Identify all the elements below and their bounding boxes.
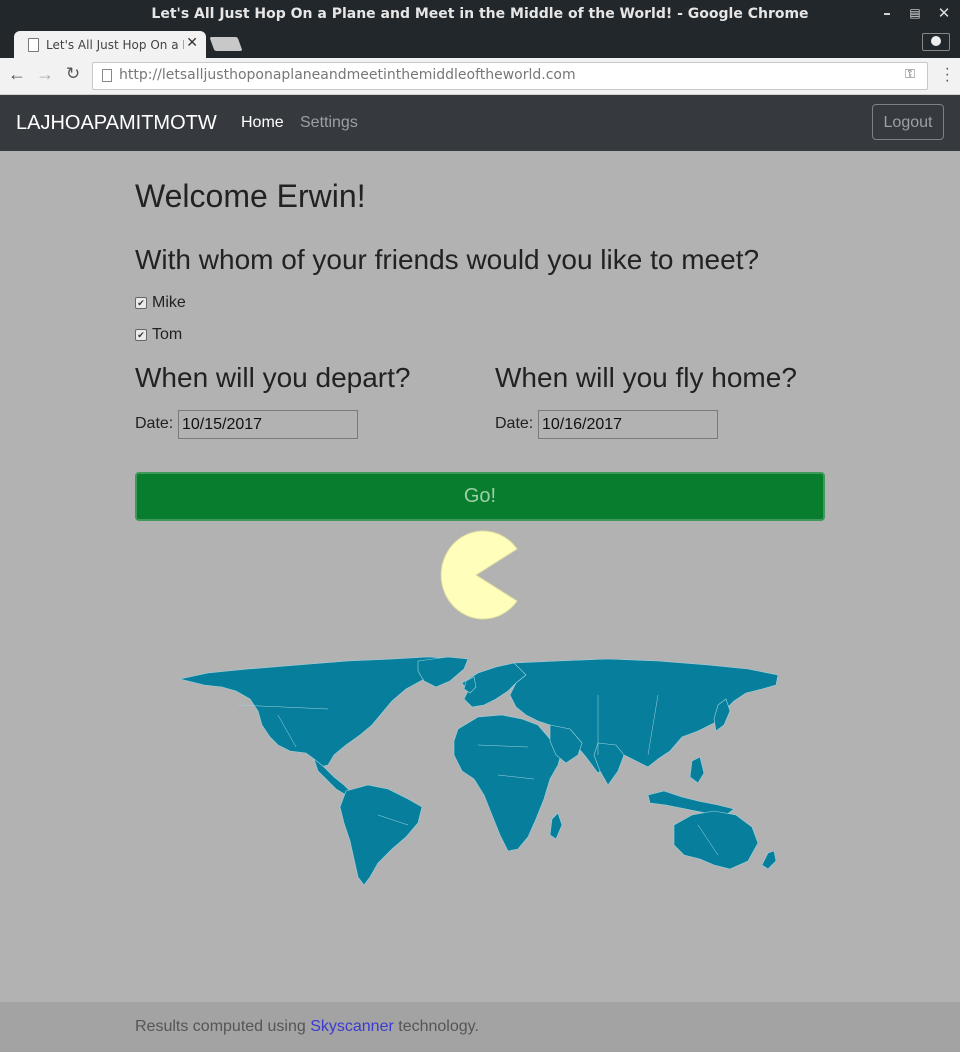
new-tab-button[interactable] bbox=[209, 37, 243, 51]
tab-title: Let's All Just Hop On a Plane and Meet i… bbox=[46, 38, 184, 52]
checkbox[interactable]: ✔ bbox=[135, 297, 147, 309]
map-philippines bbox=[689, 756, 705, 784]
minimize-icon[interactable]: – bbox=[878, 4, 896, 22]
map-africa bbox=[453, 714, 563, 852]
maximize-icon[interactable]: ▤ bbox=[906, 6, 924, 20]
map-india bbox=[593, 742, 625, 786]
checkbox[interactable]: ✔ bbox=[135, 329, 147, 341]
close-window-icon[interactable]: ✕ bbox=[935, 4, 953, 22]
map-indonesia bbox=[647, 790, 735, 816]
close-icon[interactable]: ✕ bbox=[186, 35, 198, 51]
back-arrow-icon[interactable]: ← bbox=[6, 64, 28, 85]
page-info-icon[interactable] bbox=[102, 69, 112, 82]
page-icon bbox=[28, 38, 39, 52]
return-date-input[interactable] bbox=[538, 410, 718, 439]
address-bar[interactable]: http://letsalljusthoponaplaneandmeetinth… bbox=[92, 62, 928, 90]
map-central-america bbox=[313, 758, 351, 796]
brand-link[interactable]: LAJHOAPAMITMOTW bbox=[16, 112, 217, 135]
skyscanner-link[interactable]: Skyscanner bbox=[310, 1018, 394, 1035]
url-text[interactable]: http://letsalljusthoponaplaneandmeetinth… bbox=[119, 67, 576, 83]
depart-heading: When will you depart? bbox=[135, 362, 411, 393]
friend-label: Tom bbox=[152, 326, 183, 343]
go-button[interactable]: Go! bbox=[135, 472, 825, 521]
window-titlebar: Let's All Just Hop On a Plane and Meet i… bbox=[0, 0, 960, 28]
window-title: Let's All Just Hop On a Plane and Meet i… bbox=[151, 6, 809, 22]
nav-home[interactable]: Home bbox=[241, 114, 284, 132]
forward-arrow-icon[interactable]: → bbox=[34, 64, 56, 85]
tab-strip: Let's All Just Hop On a Plane and Meet i… bbox=[0, 28, 960, 58]
reload-icon[interactable]: ↻ bbox=[62, 64, 84, 84]
browser-toolbar: ← → ↻ http://letsalljusthoponaplaneandme… bbox=[0, 58, 960, 95]
logout-button[interactable]: Logout bbox=[872, 104, 944, 140]
footer: Results computed using Skyscanner techno… bbox=[0, 1002, 960, 1052]
menu-icon[interactable]: · · · bbox=[945, 61, 950, 89]
return-heading: When will you fly home? bbox=[495, 362, 797, 393]
map-madagascar bbox=[549, 812, 563, 840]
map-australia bbox=[673, 810, 759, 870]
footer-suffix: technology. bbox=[393, 1018, 479, 1035]
depart-date-input[interactable] bbox=[178, 410, 358, 439]
map-new-zealand bbox=[761, 850, 777, 870]
friend-label: Mike bbox=[152, 294, 186, 311]
friend-checkbox-mike[interactable]: ✔ Mike bbox=[135, 294, 186, 312]
nav-settings[interactable]: Settings bbox=[300, 114, 358, 132]
map-south-america bbox=[339, 784, 423, 886]
map-greenland bbox=[417, 656, 469, 688]
friend-checkbox-tom[interactable]: ✔ Tom bbox=[135, 326, 182, 344]
profile-icon[interactable] bbox=[922, 33, 950, 51]
navbar: LAJHOAPAMITMOTW Home Settings Logout bbox=[0, 95, 960, 151]
depart-date-label: Date: bbox=[135, 415, 174, 432]
return-date-label: Date: bbox=[495, 415, 534, 432]
footer-text: Results computed using Skyscanner techno… bbox=[135, 1018, 479, 1036]
map-north-america bbox=[179, 656, 461, 768]
world-map bbox=[179, 656, 779, 886]
pacman-loading-icon bbox=[440, 530, 518, 620]
friends-question: With whom of your friends would you like… bbox=[135, 244, 760, 275]
footer-prefix: Results computed using bbox=[135, 1018, 311, 1035]
browser-tab[interactable]: Let's All Just Hop On a Plane and Meet i… bbox=[14, 31, 206, 58]
key-icon[interactable]: ⚿ bbox=[905, 67, 915, 82]
welcome-heading: Welcome Erwin! bbox=[135, 178, 366, 214]
